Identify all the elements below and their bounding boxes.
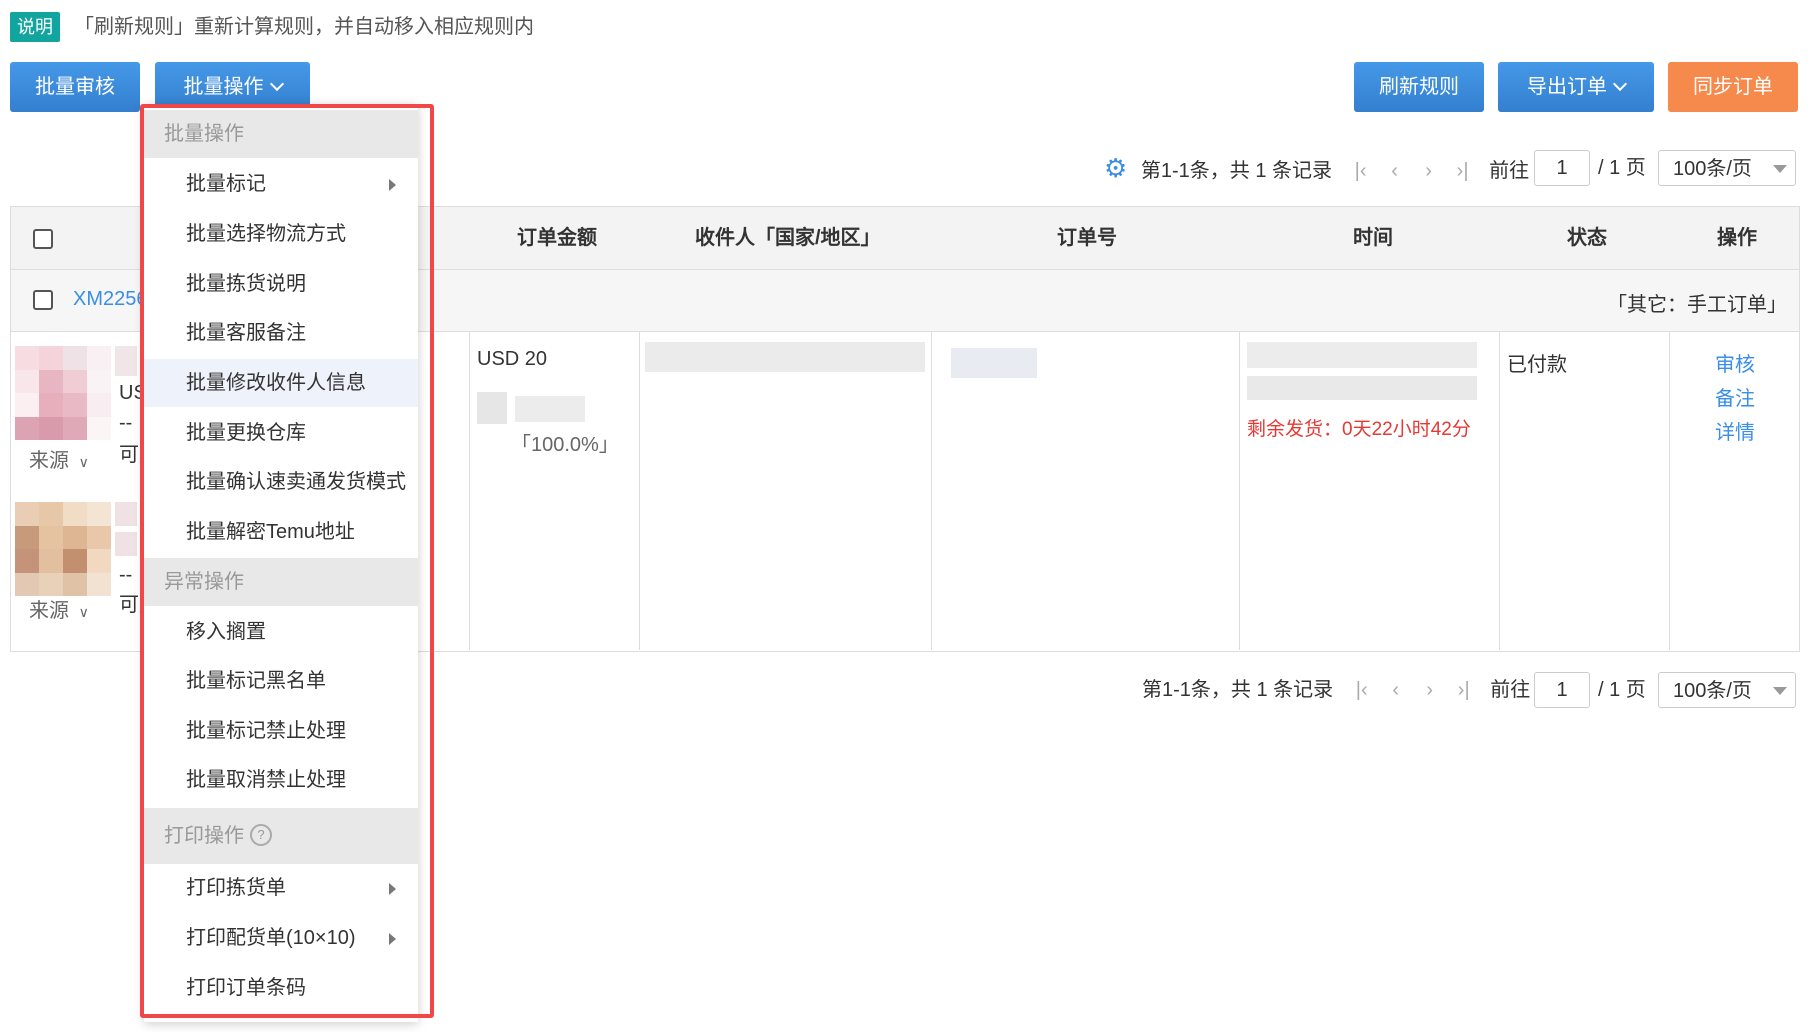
menu-batch-logistics[interactable]: 批量选择物流方式: [144, 210, 418, 258]
page-size-select[interactable]: 100条/页: [1658, 150, 1796, 186]
total-pages: / 1 页: [1598, 157, 1646, 179]
first-page-icon[interactable]: |‹: [1345, 672, 1379, 708]
page-input[interactable]: 1: [1534, 672, 1590, 708]
total-pages: / 1 页: [1598, 679, 1646, 701]
goto-label: 前往: [1490, 679, 1531, 701]
source-label: 来源: [29, 450, 69, 472]
review-link[interactable]: 审核: [1715, 348, 1755, 377]
product-thumbnail[interactable]: [15, 346, 111, 440]
pager-summary: 第1-1条，共 1 条记录: [1142, 679, 1334, 701]
menu-label: 打印配货单(10×10): [186, 927, 356, 949]
help-icon[interactable]: ?: [250, 823, 272, 846]
select-all-checkbox[interactable]: [33, 229, 53, 249]
col-action: 操作: [1717, 227, 1757, 249]
gear-icon[interactable]: ⚙: [1104, 153, 1127, 183]
section-batch-ops: 批量操作: [144, 110, 418, 158]
first-page-icon[interactable]: |‹: [1344, 153, 1378, 189]
export-orders-button[interactable]: 导出订单: [1498, 62, 1654, 112]
amount-percent: 「100.0%」: [511, 434, 619, 456]
remaining-ship-time: 剩余发货：0天22小时42分: [1247, 419, 1471, 440]
caret-down-icon: [1773, 687, 1787, 695]
chevron-down-icon: ∨: [78, 454, 89, 470]
goto-label: 前往: [1489, 160, 1530, 182]
row-checkbox[interactable]: [33, 290, 53, 310]
caret-right-icon: [389, 179, 396, 191]
section-exception-ops: 异常操作: [144, 558, 418, 606]
menu-move-hold[interactable]: 移入搁置: [144, 608, 418, 656]
source-dropdown[interactable]: 来源 ∨: [29, 594, 89, 623]
prev-page-icon[interactable]: ‹: [1379, 672, 1413, 708]
batch-review-button[interactable]: 批量审核: [10, 62, 140, 112]
caret-right-icon: [389, 933, 396, 945]
export-orders-label: 导出订单: [1527, 76, 1607, 98]
last-page-icon[interactable]: ›|: [1446, 153, 1480, 189]
menu-batch-change-warehouse[interactable]: 批量更换仓库: [144, 409, 418, 457]
next-page-icon[interactable]: ›: [1413, 672, 1447, 708]
menu-batch-confirm-aliexpress[interactable]: 批量确认速卖通发货模式: [144, 458, 418, 506]
menu-batch-mark[interactable]: 批量标记: [144, 160, 418, 208]
menu-batch-unforbid[interactable]: 批量取消禁止处理: [144, 756, 418, 804]
menu-label: 打印拣货单: [186, 877, 286, 899]
page-size-value: 100条/页: [1673, 158, 1752, 180]
notice-text: 「刷新规则」重新计算规则，并自动移入相应规则内: [74, 16, 534, 38]
section-print-ops: 打印操作?: [144, 808, 418, 864]
caret-down-icon: [1773, 165, 1787, 173]
chevron-down-icon: [269, 76, 284, 92]
note-link[interactable]: 备注: [1715, 382, 1755, 411]
col-order-no: 订单号: [1057, 227, 1117, 249]
col-status: 状态: [1567, 227, 1607, 249]
chevron-down-icon: [1612, 76, 1628, 92]
col-recipient: 收件人「国家/地区」: [695, 227, 881, 249]
source-dropdown[interactable]: 来源 ∨: [29, 444, 89, 473]
col-time: 时间: [1353, 227, 1393, 249]
order-amount: USD 20: [477, 348, 548, 370]
refresh-rules-button[interactable]: 刷新规则: [1354, 62, 1484, 112]
menu-batch-edit-recipient[interactable]: 批量修改收件人信息: [144, 359, 418, 407]
menu-batch-cs-note[interactable]: 批量客服备注: [144, 309, 418, 357]
menu-batch-blacklist[interactable]: 批量标记黑名单: [144, 657, 418, 705]
order-source-tag: 「其它：手工订单」: [1607, 294, 1787, 316]
pager-summary: 第1-1条，共 1 条记录: [1140, 160, 1333, 182]
item-dash: --: [119, 564, 133, 586]
last-page-icon[interactable]: ›|: [1447, 672, 1481, 708]
item-dash: --: [119, 412, 133, 434]
menu-batch-decrypt-temu[interactable]: 批量解密Temu地址: [144, 508, 418, 556]
product-thumbnail[interactable]: [15, 502, 111, 596]
sync-orders-button[interactable]: 同步订单: [1668, 62, 1798, 112]
pagination-bottom: 第1-1条，共 1 条记录 |‹ ‹ › ›| 前往: [1142, 672, 1542, 708]
menu-label: 批量标记: [186, 173, 266, 195]
batch-ops-label: 批量操作: [183, 76, 264, 98]
page-input[interactable]: 1: [1534, 150, 1590, 186]
batch-ops-dropdown: 批量操作 批量标记 批量选择物流方式 批量拣货说明 批量客服备注 批量修改收件人…: [144, 104, 418, 1022]
col-amount: 订单金额: [517, 227, 597, 249]
order-status: 已付款: [1507, 354, 1567, 376]
menu-print-order-barcode[interactable]: 打印订单条码: [144, 964, 418, 1012]
next-page-icon[interactable]: ›: [1412, 153, 1446, 189]
menu-batch-pick-note[interactable]: 批量拣货说明: [144, 260, 418, 308]
menu-print-packing-list[interactable]: 打印配货单(10×10): [144, 914, 418, 962]
source-label: 来源: [29, 600, 69, 622]
chevron-down-icon: ∨: [78, 604, 89, 620]
menu-batch-forbid[interactable]: 批量标记禁止处理: [144, 707, 418, 755]
caret-right-icon: [389, 883, 396, 895]
section-print-label: 打印操作: [164, 825, 244, 847]
page-size-select[interactable]: 100条/页: [1658, 672, 1796, 708]
page-size-value: 100条/页: [1673, 680, 1752, 702]
detail-link[interactable]: 详情: [1715, 416, 1755, 445]
info-tag: 说明: [10, 12, 60, 42]
menu-print-pick-list[interactable]: 打印拣货单: [144, 864, 418, 912]
prev-page-icon[interactable]: ‹: [1378, 153, 1412, 189]
